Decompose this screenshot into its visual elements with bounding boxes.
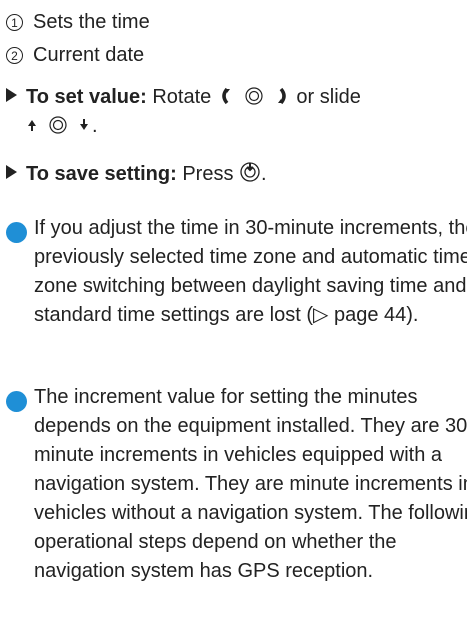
info-icon: i bbox=[6, 391, 27, 412]
info-icon: i bbox=[6, 222, 27, 243]
rotate-controller-icon bbox=[222, 87, 286, 105]
callout-number-2: 2 bbox=[6, 47, 23, 64]
info-note-2: i The increment value for setting the min… bbox=[6, 383, 467, 586]
legend-item-2: 2 Current date bbox=[6, 41, 144, 70]
step-text-end: . bbox=[261, 163, 267, 185]
step-set-value: To set value: Rotate or slide . bbox=[6, 83, 461, 141]
legend-text-2: Current date bbox=[33, 44, 145, 66]
manual-page: 1 Sets the time 2 Current date To set va… bbox=[0, 0, 467, 627]
note-text: The increment value for setting the minu… bbox=[34, 386, 467, 582]
step-arrow-icon bbox=[6, 165, 17, 179]
step-text: Rotate bbox=[152, 86, 212, 108]
step-text-mid: or slide bbox=[296, 86, 361, 108]
info-note-1: i If you adjust the time in 30-minute inc… bbox=[6, 214, 467, 330]
step-text-end: . bbox=[92, 115, 98, 137]
press-controller-icon bbox=[240, 162, 260, 182]
step-label: To set value: bbox=[26, 86, 147, 108]
slide-controller-icon bbox=[28, 116, 88, 134]
legend-item-1: 1 Sets the time bbox=[6, 8, 150, 37]
step-label: To save setting: bbox=[26, 163, 177, 185]
legend-text-1: Sets the time bbox=[33, 11, 150, 33]
step-arrow-icon bbox=[6, 88, 17, 102]
step-save-setting: To save setting: Press . bbox=[6, 160, 461, 189]
note-text: If you adjust the time in 30-minute incr… bbox=[34, 217, 467, 326]
callout-number-1: 1 bbox=[6, 14, 23, 31]
step-text: Press bbox=[182, 163, 234, 185]
